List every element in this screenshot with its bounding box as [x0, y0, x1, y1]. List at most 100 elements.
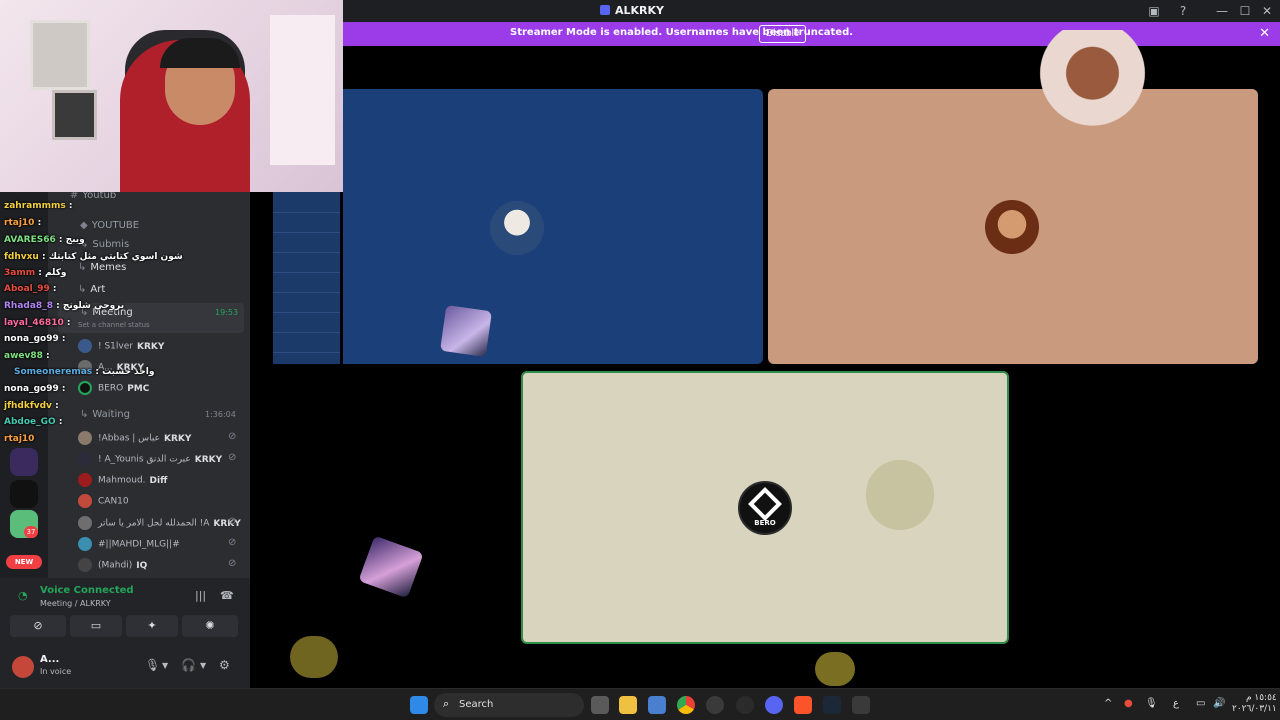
start-menu-icon[interactable] [410, 696, 428, 714]
discord-icon[interactable] [765, 696, 783, 714]
webcam-overlay [0, 0, 343, 192]
activities-button[interactable]: ✦ [126, 615, 178, 637]
steam-icon[interactable] [823, 696, 841, 714]
microphone-icon[interactable]: 🎙 [1145, 698, 1158, 709]
taskbar-clock[interactable]: ١٥:٥٤ م ٢٠٢٦/٠٣/١١ [1232, 693, 1277, 715]
chat-line: Abdoe_GO : [4, 417, 63, 427]
task-view-icon[interactable] [591, 696, 609, 714]
decorative-sticker [358, 535, 424, 599]
signal-icon[interactable]: ◔ [18, 589, 28, 602]
voice-user[interactable]: BERO PMC [78, 381, 149, 397]
disconnect-icon[interactable]: ☎ [220, 589, 234, 602]
bero-avatar: BERO [738, 481, 792, 535]
channel-item[interactable]: ◆ YOUTUBE [80, 220, 139, 231]
deafened-icon: ⊘ [228, 558, 237, 569]
channel-strip [273, 192, 340, 364]
close-window-button[interactable]: ✕ [1259, 3, 1275, 19]
camera-off-button[interactable]: ⊘ [10, 615, 66, 637]
help-icon[interactable]: ? [1175, 3, 1191, 19]
soundboard-button[interactable]: ✺ [182, 615, 238, 637]
chat-line: layal_46810 : [4, 318, 71, 328]
chevron-down-icon[interactable]: ▼ [162, 661, 168, 670]
chat-line: Aboal_99 : [4, 284, 57, 294]
voice-user[interactable]: ! S1lver KRKY [78, 339, 164, 355]
app-logo-icon [600, 5, 610, 15]
store-icon[interactable] [648, 696, 666, 714]
tray-app-icon[interactable]: ● [1124, 698, 1133, 709]
chat-line: 3amm : وكلم [4, 268, 67, 278]
wall-frame [30, 20, 90, 90]
new-badge[interactable]: NEW [6, 555, 42, 569]
participant-avatar-1 [490, 201, 544, 255]
inbox-icon[interactable]: ▣ [1146, 3, 1162, 19]
potato-sticker-faded [866, 460, 934, 530]
noise-suppression-icon[interactable]: ||| [195, 589, 206, 602]
microphone-icon[interactable]: 🎙 [145, 658, 160, 672]
chat-line: nona_go99 : [4, 384, 66, 394]
video-tile-user-1[interactable] [343, 89, 763, 364]
wall-shelf [270, 15, 335, 165]
windows-taskbar: ⌕ Search ^ ● 🎙 ع ▭ 🔊 ١٥:٥٤ م ٢٠٢٦/٠٣/١١ [0, 688, 1280, 720]
channel-status-input[interactable]: Set a channel status [78, 321, 150, 329]
taskbar-search[interactable]: ⌕ Search [434, 693, 584, 717]
potato-sticker [815, 652, 855, 686]
chat-line: AVARES66 : ويبج [4, 235, 85, 245]
wall-frame [52, 90, 97, 140]
channel-item[interactable]: ↳ Submis [80, 239, 129, 250]
chat-line: zahrammms : [4, 201, 73, 211]
app-icon[interactable] [852, 696, 870, 714]
app-icon[interactable] [706, 696, 724, 714]
channel-item-art[interactable]: ↳ Art [78, 284, 105, 295]
chat-line: fdhvxu : شون اسوي كتابتي مثل كتابتك [4, 252, 183, 262]
waiting-user[interactable]: (Mahdi) IQ ⊘ [78, 558, 236, 574]
volume-icon[interactable]: 🔊 [1213, 698, 1225, 709]
app-root: ALKRKY ▣ ? — ☐ ✕ Streamer Mode is enable… [0, 0, 1280, 720]
deafened-icon: ⊘ [228, 537, 237, 548]
waiting-user[interactable]: الحمدلله لحل الامر يا ساتر !A KRKY ⊘ [78, 516, 241, 532]
voice-location[interactable]: Meeting / ALKRKY [40, 599, 111, 608]
disable-streamer-mode-button[interactable]: Disable [759, 25, 807, 43]
bero-avatar-label: BERO [754, 519, 776, 527]
search-label: Search [459, 699, 494, 710]
maximize-button[interactable]: ☐ [1237, 3, 1253, 19]
deafened-icon: ⊘ [228, 431, 237, 442]
server-icon[interactable] [10, 480, 38, 508]
clock-time: ١٥:٥٤ م [1245, 693, 1277, 703]
bero-logo-icon [748, 487, 782, 521]
user-status: In voice [40, 667, 72, 676]
waiting-time: 1:36:04 [205, 410, 236, 419]
file-explorer-icon[interactable] [619, 696, 637, 714]
chevron-down-icon[interactable]: ▼ [200, 661, 206, 670]
screen-share-button[interactable]: ▭ [70, 615, 122, 637]
avatar[interactable] [12, 656, 34, 678]
username[interactable]: A... [40, 654, 59, 665]
close-banner-icon[interactable]: ✕ [1259, 26, 1270, 41]
waiting-user[interactable]: CAN10 [78, 494, 133, 510]
chevron-up-icon[interactable]: ^ [1104, 698, 1112, 709]
chat-line: rtaj10 [4, 434, 35, 444]
chat-line: rtaj10 : [4, 218, 42, 228]
waiting-user[interactable]: #||MAHDI_MLG||# ⊘ [78, 537, 236, 553]
minimize-button[interactable]: — [1214, 3, 1230, 19]
obs-icon[interactable] [736, 696, 754, 714]
chat-line: Rhada8_8 : بروحي شلونج [4, 301, 125, 311]
waiting-user[interactable]: ! A_Younis عبرت الدنق KRKY ⊘ [78, 452, 236, 468]
meeting-time: 19:53 [215, 308, 239, 317]
chat-line: Someoneremas : واحد حسبت [14, 367, 155, 377]
mentions-count-badge: 37 [24, 526, 38, 538]
headphones-icon[interactable]: 🎧 [181, 658, 196, 672]
waiting-user[interactable]: !Abbas | عباس KRKY ⊘ [78, 431, 236, 447]
server-icon[interactable] [10, 448, 38, 476]
waiting-user[interactable]: Mahmoud. Diff [78, 473, 167, 489]
chat-line: jfhdkfvdv : [4, 401, 59, 411]
deafened-icon: ⊘ [228, 452, 237, 463]
settings-gear-icon[interactable]: ⚙ [219, 658, 230, 672]
chrome-icon[interactable] [677, 696, 695, 714]
network-icon[interactable]: ▭ [1196, 698, 1205, 709]
channel-item-waiting[interactable]: ↳ Waiting [80, 409, 130, 420]
voice-status[interactable]: Voice Connected [40, 585, 134, 596]
channel-item-memes[interactable]: ↳ Memes [78, 262, 126, 273]
input-language[interactable]: ع [1173, 698, 1179, 709]
brave-icon[interactable] [794, 696, 812, 714]
deafened-icon: ⊘ [228, 516, 237, 527]
